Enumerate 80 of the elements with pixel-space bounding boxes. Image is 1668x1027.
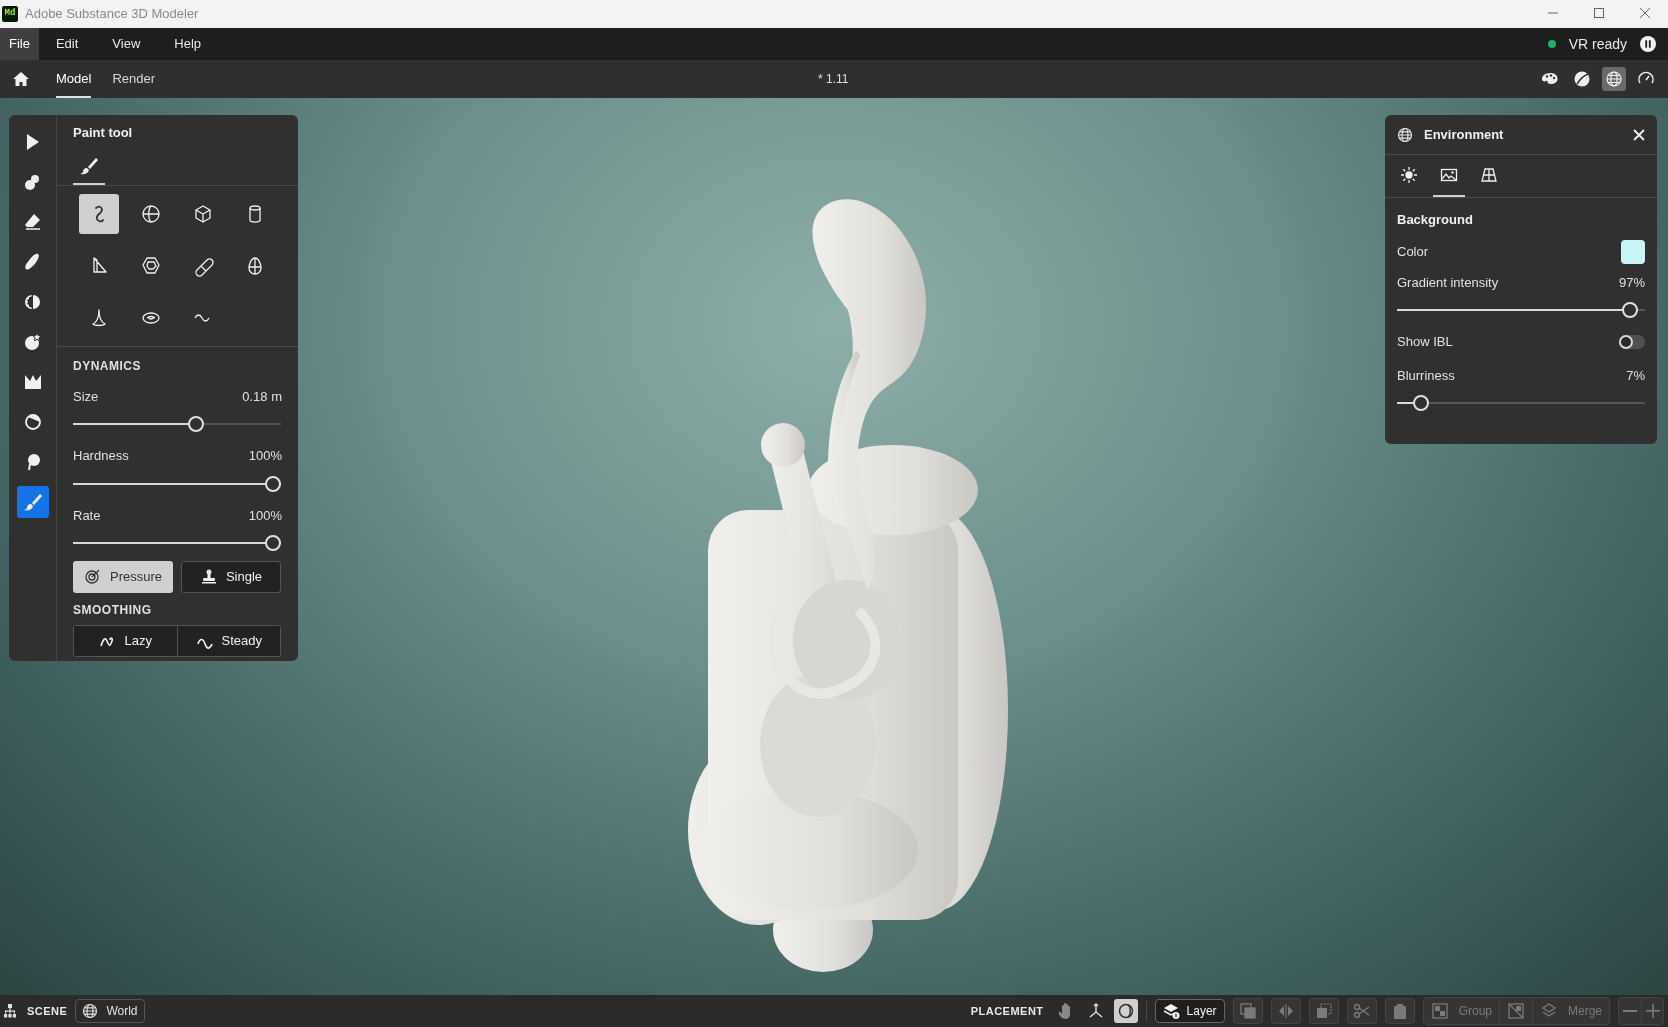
menu-item[interactable]: View xyxy=(95,28,158,60)
sphere-icon xyxy=(140,202,162,225)
polyhedron-icon xyxy=(140,254,162,277)
color-label: Color xyxy=(1397,242,1429,261)
rotate-sphere-icon xyxy=(1116,1002,1135,1020)
sun-icon xyxy=(1400,166,1418,184)
merge-icon xyxy=(1540,1002,1558,1020)
material-ball-icon xyxy=(1573,70,1591,88)
mode-button[interactable]: Pressure xyxy=(73,561,173,593)
view-toggle[interactable] xyxy=(1602,67,1626,91)
globe-icon xyxy=(1605,70,1623,88)
panel-title: Paint tool xyxy=(73,124,134,142)
half-circle-icon xyxy=(22,412,43,432)
slider-thumb[interactable] xyxy=(1622,302,1639,318)
shape-button[interactable] xyxy=(79,193,119,234)
section-heading: DYNAMICS xyxy=(73,357,142,375)
slider-value: 7% xyxy=(1626,366,1645,385)
layers-icon xyxy=(1162,1002,1180,1020)
window-title: Adobe Substance 3D Modeler xyxy=(25,5,199,24)
placement-tool[interactable] xyxy=(1113,999,1138,1023)
floor-grid-icon xyxy=(1480,166,1498,184)
home-icon[interactable] xyxy=(12,71,30,87)
copy-icon xyxy=(1314,1002,1333,1020)
menu-item[interactable]: File xyxy=(0,28,39,60)
slider-label: Blurriness xyxy=(1397,366,1455,385)
scissors-icon xyxy=(1352,1002,1371,1020)
star-ball-icon xyxy=(22,332,43,352)
plus-icon xyxy=(1645,1004,1660,1018)
globe-icon xyxy=(1397,126,1413,143)
image-icon xyxy=(1440,166,1458,184)
mode-button[interactable]: Single xyxy=(181,561,281,593)
hierarchy-icon xyxy=(4,1004,16,1018)
placement-label: PLACEMENT xyxy=(970,1003,1044,1019)
eraser-icon xyxy=(22,212,43,232)
panel-title: Environment xyxy=(1424,125,1504,144)
slider-value: 100% xyxy=(248,506,282,525)
world-button[interactable]: World xyxy=(75,999,145,1023)
group-icon xyxy=(1430,1002,1449,1020)
slider-label: Size xyxy=(73,387,99,406)
duplicate-icon xyxy=(1238,1002,1257,1020)
mode-tab[interactable]: Render xyxy=(112,60,156,98)
slider-thumb[interactable] xyxy=(265,535,281,551)
close-icon[interactable] xyxy=(1633,128,1645,141)
slider-thumb[interactable] xyxy=(1413,395,1430,411)
menu-item[interactable]: Help xyxy=(157,28,219,60)
smoothing-button[interactable]: Steady xyxy=(176,626,280,656)
target-pen-icon xyxy=(84,568,102,586)
app-logo: Md xyxy=(2,6,18,22)
stamp-icon xyxy=(199,568,218,586)
section-heading: SMOOTHING xyxy=(73,602,153,619)
menu-item[interactable]: Edit xyxy=(38,28,96,60)
ibl-toggle[interactable] xyxy=(1619,334,1645,349)
slider-label: Hardness xyxy=(73,447,129,465)
slider-track[interactable] xyxy=(1397,393,1645,413)
smoothing-button[interactable]: Lazy xyxy=(74,626,177,656)
slider-label: Gradient intensity xyxy=(1397,273,1499,292)
layer-button[interactable]: Layer xyxy=(1154,999,1225,1023)
status-label: VR ready xyxy=(1568,34,1627,54)
tool-button[interactable] xyxy=(16,486,49,518)
document-title: * 1.11 xyxy=(818,71,849,88)
minus-icon xyxy=(1623,1010,1637,1012)
slider-value: 0.18 m xyxy=(242,387,282,406)
slider-value: 97% xyxy=(1618,273,1645,292)
brush-icon xyxy=(79,155,99,176)
slider-track[interactable] xyxy=(73,533,281,553)
slider-value: 100% xyxy=(248,447,282,465)
globe-icon xyxy=(82,1003,99,1019)
toggle-label: Show IBL xyxy=(1397,333,1453,351)
slider-label: Rate xyxy=(73,506,101,525)
slider-thumb[interactable] xyxy=(265,475,281,492)
brush-icon xyxy=(22,492,43,512)
ungroup-icon xyxy=(1507,1002,1525,1020)
slider-track[interactable] xyxy=(73,414,281,434)
color-swatch[interactable] xyxy=(1621,239,1645,264)
slider-track[interactable] xyxy=(1397,300,1645,320)
scene-label: SCENE xyxy=(27,1003,68,1019)
half-gear-icon xyxy=(22,292,43,312)
pause-icon[interactable] xyxy=(1640,36,1656,52)
section-heading: Background xyxy=(1397,211,1474,229)
slider-thumb[interactable] xyxy=(188,416,205,432)
